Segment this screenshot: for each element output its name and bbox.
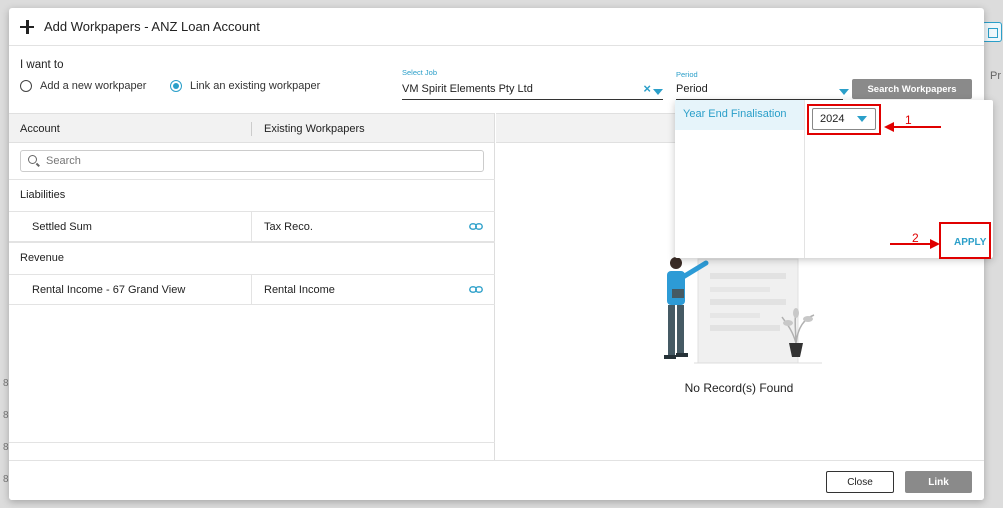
cell-divider (251, 275, 252, 305)
radio-link-existing-workpaper[interactable]: Link an existing workpaper (170, 80, 320, 92)
radio-unchecked-icon[interactable] (20, 80, 32, 92)
cell-divider (251, 212, 252, 242)
table-row[interactable]: Rental Income - 67 Grand View Rental Inc… (9, 274, 495, 305)
background-row-number: 8 (3, 378, 9, 389)
chevron-down-icon[interactable] (839, 89, 849, 95)
group-header: Liabilities (9, 179, 495, 211)
group-name: Revenue (20, 252, 65, 264)
background-row-number: 8 (3, 474, 9, 485)
modal-title: Add Workpapers - ANZ Loan Account (44, 19, 260, 34)
radio-label: Link an existing workpaper (190, 80, 321, 92)
select-job-dropdown[interactable]: VM Spirit Elements Pty Ltd × (402, 80, 663, 100)
selected-job-value: VM Spirit Elements Pty Ltd (402, 83, 533, 95)
link-icon[interactable] (469, 223, 483, 230)
plus-icon (20, 19, 34, 34)
search-input[interactable]: Search (20, 150, 484, 172)
dropdown-divider (804, 100, 805, 258)
annotation-arrow-right-icon (890, 239, 940, 249)
column-header-account: Account (20, 123, 60, 135)
radio-label: Add a new workpaper (40, 80, 147, 92)
annotation-highlight-year (807, 104, 881, 135)
search-icon (28, 155, 37, 164)
search-placeholder: Search (46, 155, 81, 167)
period-dropdown-field[interactable]: Period (676, 80, 849, 100)
select-job-label: Select Job (402, 68, 438, 77)
close-button[interactable]: Close (826, 471, 894, 493)
group-header: Revenue (9, 242, 495, 274)
search-workpapers-button[interactable]: Search Workpapers (852, 79, 972, 99)
background-row-number: 8 (3, 410, 9, 421)
annotation-highlight-apply (939, 222, 991, 259)
column-divider (251, 122, 252, 136)
group-name: Liabilities (20, 189, 66, 201)
link-icon[interactable] (469, 286, 483, 293)
radio-add-new-workpaper[interactable]: Add a new workpaper (20, 80, 146, 92)
i-want-to-label: I want to (20, 59, 64, 71)
modal-footer: Close Link (9, 460, 984, 500)
background-row-number: 8 (3, 442, 9, 453)
period-option-year-end-finalisation[interactable]: Year End Finalisation (675, 100, 804, 130)
calendar-icon[interactable] (982, 22, 1002, 42)
chevron-down-icon[interactable] (653, 89, 663, 95)
modal-header: Add Workpapers - ANZ Loan Account (9, 8, 984, 46)
panel-footer-divider (9, 442, 495, 443)
accounts-panel: Account Existing Workpapers Search Liabi… (9, 113, 495, 460)
background-column-header: Pr (990, 70, 1001, 82)
period-value: Period (676, 83, 708, 95)
table-header: Account Existing Workpapers (9, 113, 494, 143)
empty-state-illustration (664, 257, 822, 364)
workpaper-cell: Tax Reco. (264, 221, 313, 233)
radio-checked-icon[interactable] (170, 80, 182, 92)
link-button[interactable]: Link (905, 471, 972, 493)
period-dropdown-menu: Year End Finalisation 2024 APPLY (675, 100, 993, 259)
table-row[interactable]: Settled Sum Tax Reco. (9, 211, 495, 242)
empty-state-message: No Record(s) Found (684, 381, 794, 395)
clear-icon[interactable]: × (643, 81, 651, 96)
annotation-arrow-left-icon (884, 122, 941, 132)
account-cell: Settled Sum (32, 221, 92, 233)
period-label: Period (676, 70, 698, 79)
column-header-existing-workpapers: Existing Workpapers (264, 123, 365, 135)
account-cell: Rental Income - 67 Grand View (32, 284, 186, 296)
workpaper-cell: Rental Income (264, 284, 335, 296)
